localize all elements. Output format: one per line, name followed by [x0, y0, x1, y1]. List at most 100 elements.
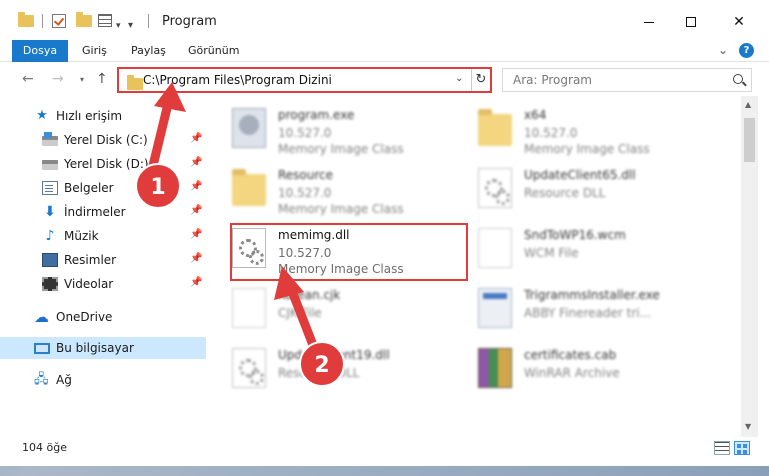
pin-icon[interactable]: 📌	[190, 229, 202, 240]
dll-icon	[232, 348, 266, 388]
pin-icon[interactable]: 📌	[190, 133, 202, 144]
sidebar-item-label: Bu bilgisayar	[56, 341, 134, 355]
search-input[interactable]: Ara: Program	[513, 73, 592, 87]
new-folder-icon[interactable]	[76, 10, 92, 32]
pin-icon[interactable]: 📌	[190, 181, 202, 192]
file-description: Memory Image Class	[278, 202, 404, 216]
program-icon	[232, 108, 266, 148]
forward-arrow-icon[interactable]: →	[52, 71, 64, 87]
sidebar-item-disk-c[interactable]: Yerel Disk (C:) 📌	[0, 129, 206, 151]
properties-check-icon[interactable]	[52, 14, 66, 28]
details-view-icon[interactable]	[714, 441, 730, 455]
file-name: Resource	[278, 168, 334, 182]
installer-icon	[478, 288, 512, 328]
file-icon	[478, 228, 512, 268]
list-item[interactable]: TrigrammsInstaller.exe ABBY Finereader t…	[454, 280, 704, 338]
scroll-up-icon[interactable]: ▲	[745, 100, 751, 109]
back-arrow-icon[interactable]: ←	[22, 71, 34, 87]
tab-share[interactable]: Paylaş	[131, 40, 166, 62]
large-icons-view-icon[interactable]	[734, 441, 750, 455]
close-icon: ✕	[733, 14, 745, 30]
dll-icon	[478, 168, 512, 208]
sidebar-item-label: Belgeler	[64, 181, 114, 195]
address-path[interactable]: C:\Program Files\Program Dizini	[143, 73, 332, 87]
archive-icon	[478, 348, 512, 388]
list-item[interactable]: SndToWP16.wcm WCM File	[454, 220, 704, 278]
sidebar-item-disk-d[interactable]: Yerel Disk (D:) 📌	[0, 153, 206, 175]
pin-icon[interactable]: 📌	[190, 205, 202, 216]
navigation-pane: ★ Hızlı erişim Yerel Disk (C:) 📌 Yerel D…	[0, 96, 206, 437]
minimize-button[interactable]	[626, 8, 672, 36]
documents-icon	[42, 181, 58, 195]
file-name: UpdateClient65.dll	[524, 168, 636, 182]
vertical-scrollbar[interactable]: ▲ ▼	[741, 96, 758, 437]
sidebar-item-label: Ağ	[56, 373, 72, 387]
customize-toolbar-icon[interactable]: ▾	[128, 14, 133, 36]
pin-icon[interactable]: 📌	[190, 277, 202, 288]
sidebar-item-network[interactable]: 🖧 Ağ	[0, 369, 206, 391]
file-version: 10.527.0	[278, 126, 332, 140]
sidebar-item-this-pc[interactable]: Bu bilgisayar	[0, 337, 206, 359]
sidebar-item-documents[interactable]: Belgeler 📌	[0, 177, 206, 199]
file-version: WCM File	[524, 246, 579, 260]
list-item[interactable]: certificates.cab WinRAR Archive	[454, 340, 704, 398]
close-button[interactable]: ✕	[716, 8, 762, 36]
music-icon: ♪	[45, 228, 55, 244]
list-item[interactable]: UpdateClient65.dll Resource DLL	[454, 160, 704, 218]
sidebar-item-label: İndirmeler	[64, 205, 126, 219]
folder-icon	[232, 169, 266, 206]
status-bar: 104 öğe	[0, 437, 769, 466]
sidebar-item-pictures[interactable]: Resimler 📌	[0, 249, 206, 271]
file-version: 10.527.0	[278, 186, 332, 200]
scroll-down-icon[interactable]: ▼	[745, 422, 751, 431]
list-item[interactable]: Resource 10.527.0 Memory Image Class	[208, 160, 458, 218]
disk-c-icon	[42, 132, 58, 146]
list-item[interactable]: Korean.cjk CJK File	[208, 280, 458, 338]
sidebar-item-label: OneDrive	[56, 310, 113, 324]
sidebar-item-quick-access[interactable]: ★ Hızlı erişim	[0, 105, 206, 127]
scroll-thumb[interactable]	[744, 118, 755, 162]
file-name: x64	[524, 108, 547, 122]
file-icon	[232, 288, 266, 328]
maximize-icon	[686, 17, 696, 27]
recent-locations-icon[interactable]: ▾	[80, 75, 84, 84]
pin-icon[interactable]: 📌	[190, 253, 202, 264]
list-item[interactable]: x64 10.527.0 Memory Image Class	[454, 100, 704, 158]
network-icon: 🖧	[34, 372, 49, 387]
list-item[interactable]: program.exe 10.527.0 Memory Image Class	[208, 100, 458, 158]
file-name: certificates.cab	[524, 348, 617, 362]
file-version: Resource DLL	[524, 186, 606, 200]
pictures-icon	[42, 253, 58, 267]
file-highlight-box	[230, 223, 468, 281]
search-box[interactable]: Ara: Program	[502, 68, 752, 92]
file-version: WinRAR Archive	[524, 366, 620, 380]
file-name: UpdateClient19.dll	[278, 348, 390, 362]
sidebar-item-videos[interactable]: Videolar 📌	[0, 273, 206, 295]
sidebar-item-music[interactable]: ♪ Müzik 📌	[0, 225, 206, 247]
disk-d-icon	[42, 160, 58, 170]
address-dropdown-icon[interactable]: ⌄	[455, 73, 463, 84]
search-icon[interactable]	[733, 74, 743, 84]
sidebar-item-label: Yerel Disk (C:)	[64, 133, 148, 147]
tab-home[interactable]: Giriş	[82, 40, 107, 62]
chevron-down-icon[interactable]: ▾	[116, 15, 121, 37]
file-name: SndToWP16.wcm	[524, 228, 626, 242]
title-bar: ▾ ▾ Program ✕	[0, 0, 769, 40]
address-bar[interactable]: C:\Program Files\Program Dizini ⌄ ↻	[117, 67, 492, 93]
list-item[interactable]: UpdateClient19.dll Resource DLL	[208, 340, 458, 398]
help-icon[interactable]: ?	[739, 43, 754, 58]
refresh-icon[interactable]: ↻	[471, 69, 490, 91]
expand-ribbon-icon[interactable]: ⌄	[718, 43, 728, 57]
pin-icon[interactable]: 📌	[190, 157, 202, 168]
tab-file[interactable]: Dosya	[12, 40, 68, 62]
maximize-button[interactable]	[668, 8, 714, 36]
sidebar-item-downloads[interactable]: ⬇ İndirmeler 📌	[0, 201, 206, 223]
divider	[148, 14, 149, 28]
up-arrow-icon[interactable]: ↑	[96, 71, 108, 87]
cloud-icon: ☁	[34, 308, 49, 326]
sidebar-item-onedrive[interactable]: ☁ OneDrive	[0, 306, 206, 328]
tab-view[interactable]: Görünüm	[188, 40, 239, 62]
list-view-icon[interactable]	[98, 14, 112, 27]
file-version: CJK File	[278, 306, 322, 320]
sidebar-item-label: Müzik	[64, 229, 99, 243]
